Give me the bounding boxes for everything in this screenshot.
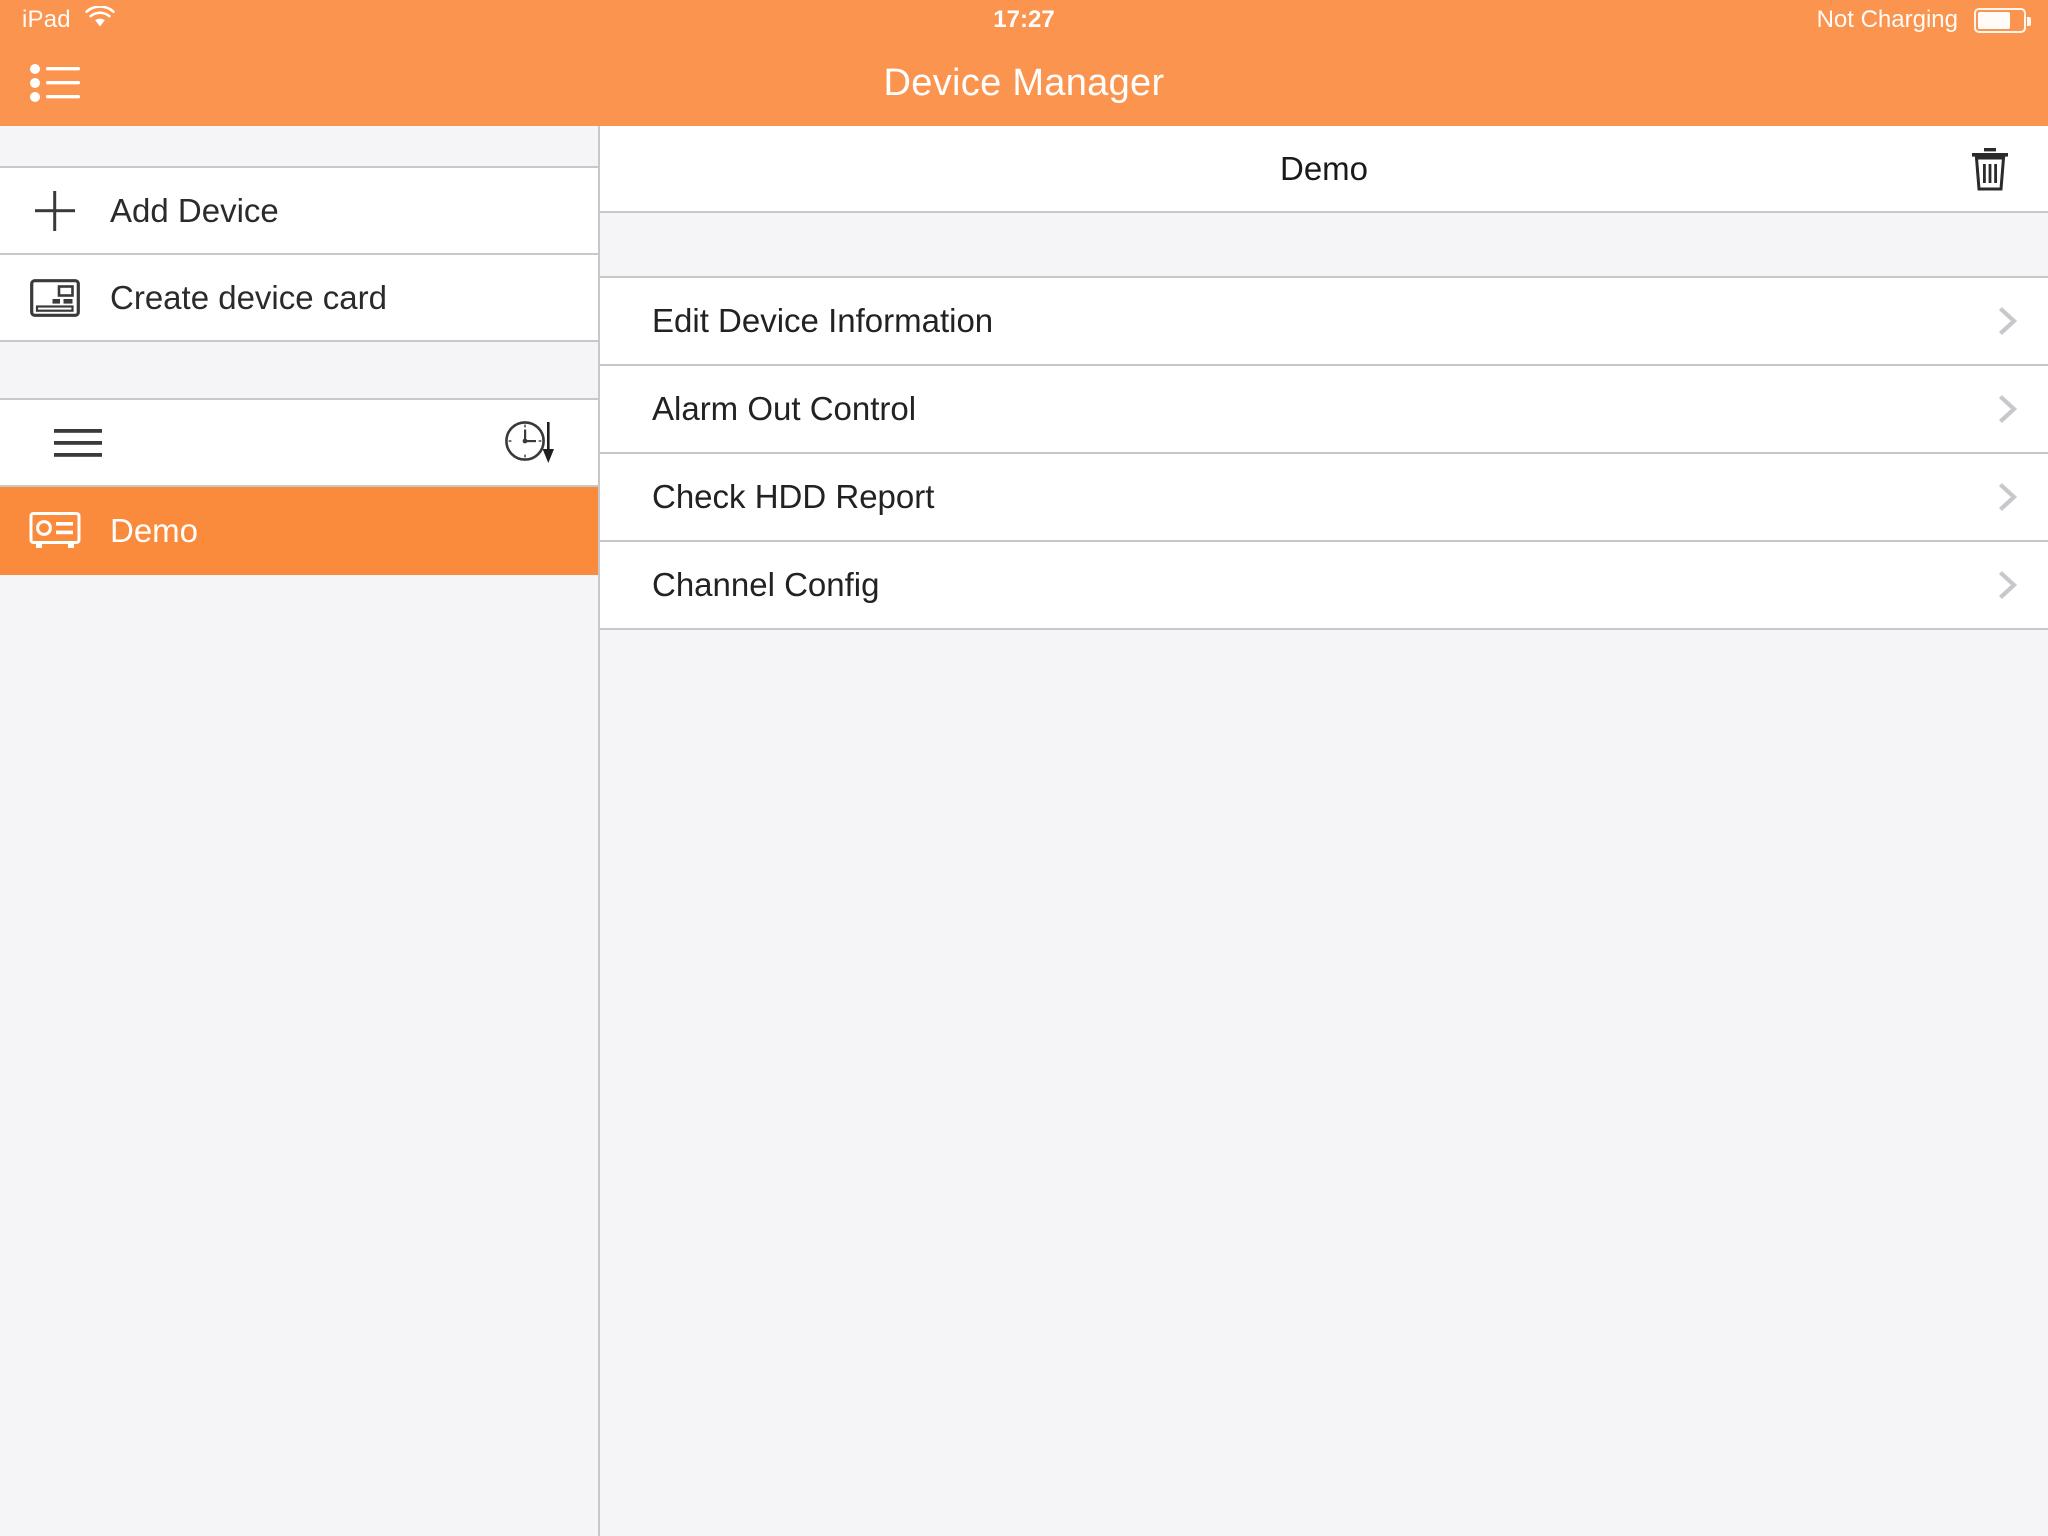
sidebar-toolbar <box>0 400 598 487</box>
sidebar: Add Device Create device card Demo <box>0 126 600 1536</box>
sidebar-empty-area <box>0 575 598 1536</box>
detail-menu-list: Edit Device Information Alarm Out Contro… <box>600 278 2048 630</box>
menu-item-label: Edit Device Information <box>652 302 994 339</box>
sidebar-top-spacer <box>0 126 598 168</box>
sidebar-section-gap <box>0 342 598 400</box>
menu-item-check-hdd-report[interactable]: Check HDD Report <box>600 454 2048 542</box>
trash-icon[interactable] <box>1962 141 2018 197</box>
sidebar-item-label: Add Device <box>110 191 279 229</box>
nvr-device-icon <box>0 511 110 551</box>
status-bar-left: iPad <box>22 4 115 35</box>
detail-header: Demo <box>600 126 2048 213</box>
sidebar-item-label: Create device card <box>110 278 387 316</box>
status-bar-right: Not Charging <box>1816 6 2031 34</box>
detail-title: Demo <box>1279 149 1369 187</box>
menu-item-label: Alarm Out Control <box>652 390 917 427</box>
menu-item-label: Channel Config <box>652 566 880 603</box>
battery-status-label: Not Charging <box>1816 6 1958 33</box>
page-title: Device Manager <box>883 61 1165 104</box>
wifi-icon <box>85 4 115 35</box>
sidebar-item-create-device-card[interactable]: Create device card <box>0 255 598 342</box>
hamburger-menu-icon[interactable] <box>52 424 104 462</box>
chevron-right-icon <box>1994 298 2022 344</box>
menu-item-label: Check HDD Report <box>652 478 935 515</box>
chevron-right-icon <box>1994 562 2022 608</box>
menu-item-channel-config[interactable]: Channel Config <box>600 542 2048 630</box>
detail-empty-area <box>600 630 2048 1536</box>
sidebar-item-add-device[interactable]: Add Device <box>0 168 598 255</box>
bulleted-list-icon[interactable] <box>28 60 84 106</box>
device-card-icon <box>0 278 110 317</box>
navigation-bar: Device Manager <box>0 40 2048 126</box>
battery-fill <box>1978 11 2010 29</box>
menu-item-edit-device-information[interactable]: Edit Device Information <box>600 278 2048 366</box>
app-screen: iPad 17:27 Not Charging Device Manager A… <box>0 0 2048 1536</box>
status-clock: 17:27 <box>0 0 2048 40</box>
sidebar-device-item-demo[interactable]: Demo <box>0 487 598 575</box>
content-area: Add Device Create device card Demo Demo … <box>0 126 2048 1536</box>
plus-icon <box>0 188 110 234</box>
chevron-right-icon <box>1994 386 2022 432</box>
status-device-label: iPad <box>22 6 71 33</box>
status-time: 17:27 <box>993 6 1055 33</box>
chevron-right-icon <box>1994 474 2022 520</box>
detail-section-gap <box>600 213 2048 278</box>
clock-download-icon[interactable] <box>504 419 556 467</box>
detail-panel: Demo Edit Device Information Alarm Out C… <box>600 126 2048 1536</box>
status-bar: iPad 17:27 Not Charging <box>0 0 2048 40</box>
sidebar-device-label: Demo <box>110 512 199 549</box>
menu-item-alarm-out-control[interactable]: Alarm Out Control <box>600 366 2048 454</box>
battery-icon <box>1974 7 2031 33</box>
